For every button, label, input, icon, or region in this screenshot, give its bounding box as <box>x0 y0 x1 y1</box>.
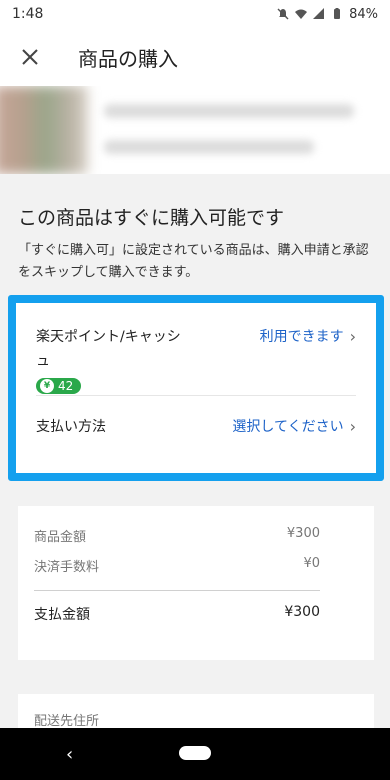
points-label-group: 楽天ポイント/キャッシュ ¥ 42 <box>36 325 186 394</box>
close-button[interactable] <box>0 28 60 86</box>
payment-method-action-label: 選択してください <box>232 419 344 435</box>
total-label: 支払金額 <box>34 607 90 623</box>
item-price-label: 商品金額 <box>34 530 87 545</box>
notifications-off-icon <box>277 8 289 20</box>
status-bar: 1:48 84% <box>0 0 390 28</box>
battery-icon <box>334 8 341 19</box>
back-icon[interactable]: ‹ <box>66 744 73 765</box>
divider <box>36 395 356 396</box>
point-coin-icon: ¥ <box>40 379 54 393</box>
product-summary <box>0 86 390 174</box>
home-pill[interactable] <box>179 746 211 760</box>
points-count: 42 <box>58 379 74 393</box>
ready-title: この商品はすぐに購入可能です <box>18 207 285 229</box>
app-bar: 商品の購入 <box>0 28 390 86</box>
total-row: 支払金額 ¥300 <box>34 604 320 624</box>
item-price-value: ¥300 <box>286 526 320 541</box>
chevron-right-icon: › <box>349 417 356 436</box>
status-icons: 84% <box>277 7 378 22</box>
system-nav-bar: ‹ <box>0 728 390 780</box>
points-use-link[interactable]: 利用できます › <box>260 325 356 349</box>
points-badge: ¥ 42 <box>36 378 82 394</box>
page-title: 商品の購入 <box>78 46 178 71</box>
points-row[interactable]: 楽天ポイント/キャッシュ ¥ 42 利用できます › <box>36 325 356 394</box>
signal-icon <box>313 8 325 19</box>
product-thumbnail <box>0 86 88 174</box>
close-icon <box>22 49 38 65</box>
product-detail-blurred <box>104 140 314 154</box>
chevron-right-icon: › <box>349 327 356 346</box>
product-name-blurred <box>104 104 354 118</box>
item-price-row: 商品金額 ¥300 <box>34 526 320 545</box>
wifi-icon <box>295 9 308 19</box>
price-divider <box>34 590 320 591</box>
total-value: ¥300 <box>284 604 320 620</box>
payment-method-select[interactable]: 選択してください › <box>232 415 356 439</box>
points-label: 楽天ポイント/キャッシュ <box>36 329 181 369</box>
fee-row: 決済手数料 ¥0 <box>34 556 320 575</box>
payment-method-row[interactable]: 支払い方法 選択してください › <box>36 415 356 439</box>
fee-label: 決済手数料 <box>34 560 100 575</box>
battery-level: 84% <box>349 6 378 22</box>
status-time: 1:48 <box>12 6 44 22</box>
payment-card: 楽天ポイント/キャッシュ ¥ 42 利用できます › 支払い方法 選択してくださ… <box>8 295 384 481</box>
fee-value: ¥0 <box>303 556 320 571</box>
points-action-label: 利用できます <box>259 329 344 345</box>
payment-method-label: 支払い方法 <box>36 419 106 435</box>
address-label: 配送先住所 <box>34 714 100 729</box>
ready-description: 「すぐに購入可」に設定されている商品は、購入申請と承認をスキップして購入できます… <box>18 243 369 280</box>
